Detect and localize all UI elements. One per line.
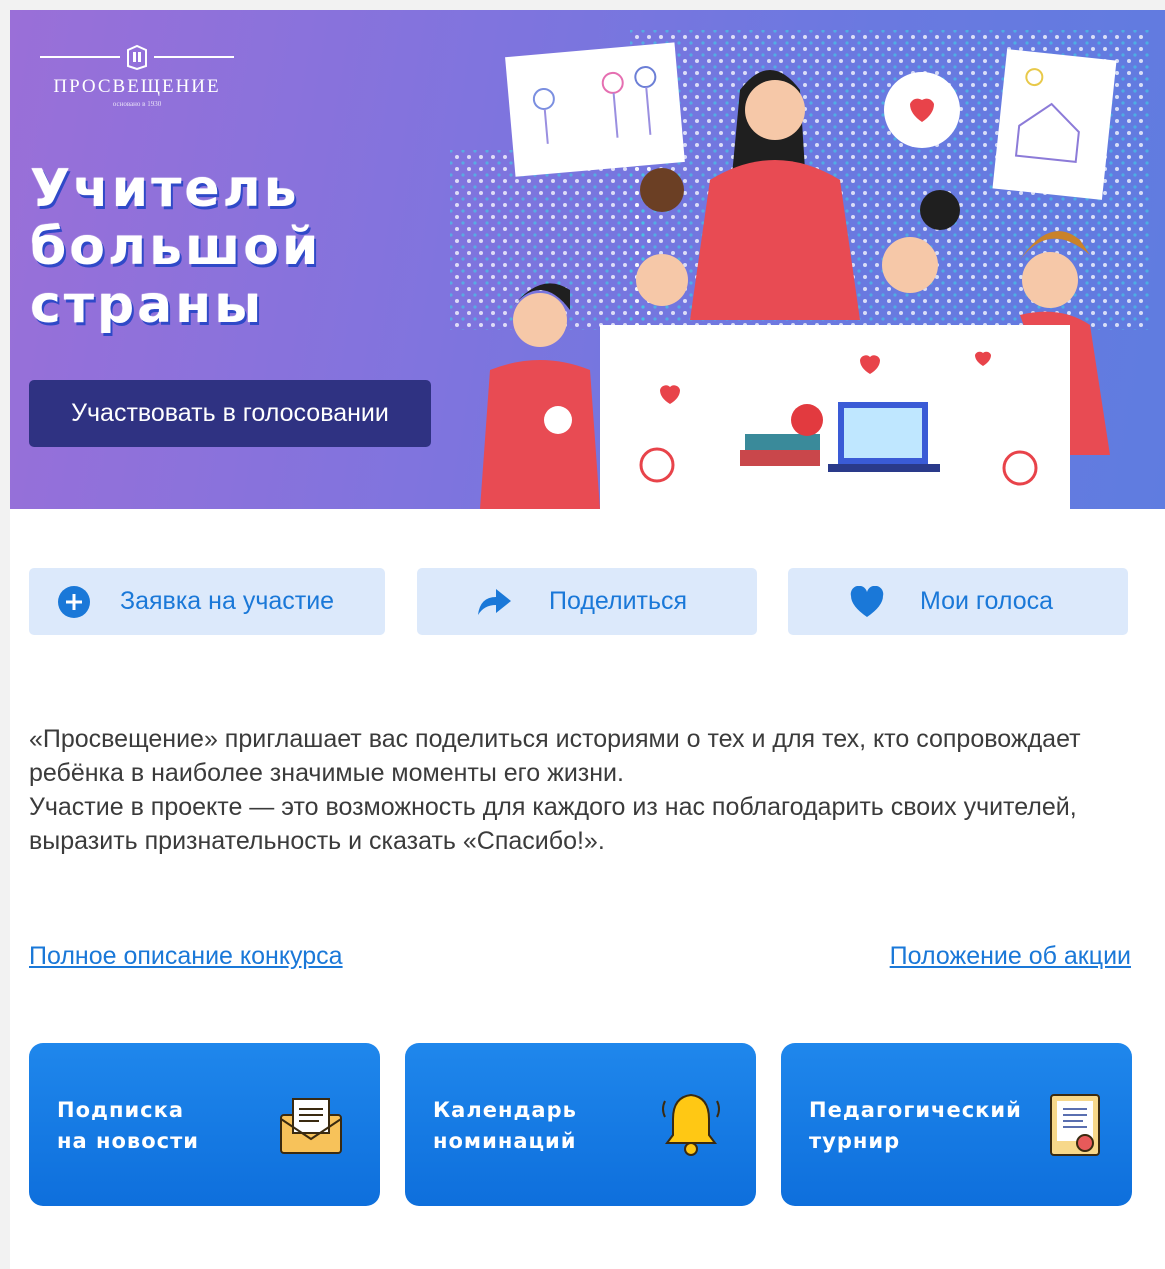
heart-icon: [848, 585, 886, 618]
vote-button[interactable]: Участвовать в голосовании: [29, 380, 431, 447]
share-arrow-icon: [475, 587, 513, 617]
my-votes-button[interactable]: Мои голоса: [788, 568, 1128, 635]
description-paragraph: «Просвещение» приглашает вас поделиться …: [29, 725, 1081, 787]
hero-banner: ПРОСВЕЩЕНИЕ основано в 1930 Учитель боль…: [10, 10, 1165, 509]
bell-icon: [662, 1093, 720, 1156]
regulations-link[interactable]: Положение об акции: [890, 942, 1131, 971]
email-page: ПРОСВЕЩЕНИЕ основано в 1930 Учитель боль…: [10, 10, 1165, 1269]
share-button-label: Поделиться: [549, 587, 688, 615]
prosveshchenie-logo[interactable]: ПРОСВЕЩЕНИЕ основано в 1930: [32, 42, 242, 108]
description-paragraph: Участие в проекте — это возможность для …: [29, 793, 1077, 855]
apply-button[interactable]: Заявка на участие: [29, 568, 385, 635]
card-news-subscription[interactable]: Подписка на новости: [29, 1043, 380, 1206]
logo-subtitle: основано в 1930: [112, 100, 162, 108]
logo-wordmark: ПРОСВЕЩЕНИЕ: [53, 76, 221, 97]
project-description: «Просвещение» приглашает вас поделиться …: [29, 722, 1109, 858]
card-pedagogical-tournament[interactable]: Педагогический турнир: [781, 1043, 1132, 1206]
share-button[interactable]: Поделиться: [417, 568, 757, 635]
envelope-icon: [280, 1098, 342, 1154]
full-description-link[interactable]: Полное описание конкурса: [29, 942, 343, 971]
plus-circle-icon: [56, 585, 92, 618]
apply-button-label: Заявка на участие: [120, 587, 335, 615]
my-votes-button-label: Мои голоса: [920, 587, 1054, 615]
card-nominations-calendar[interactable]: Календарь номинаций: [405, 1043, 756, 1206]
hero-title: Учитель большой страны: [30, 159, 322, 335]
certificate-icon: [1050, 1094, 1100, 1156]
logo-emblem-icon: [127, 44, 147, 70]
teacher-and-children-illustration: [450, 30, 1150, 509]
